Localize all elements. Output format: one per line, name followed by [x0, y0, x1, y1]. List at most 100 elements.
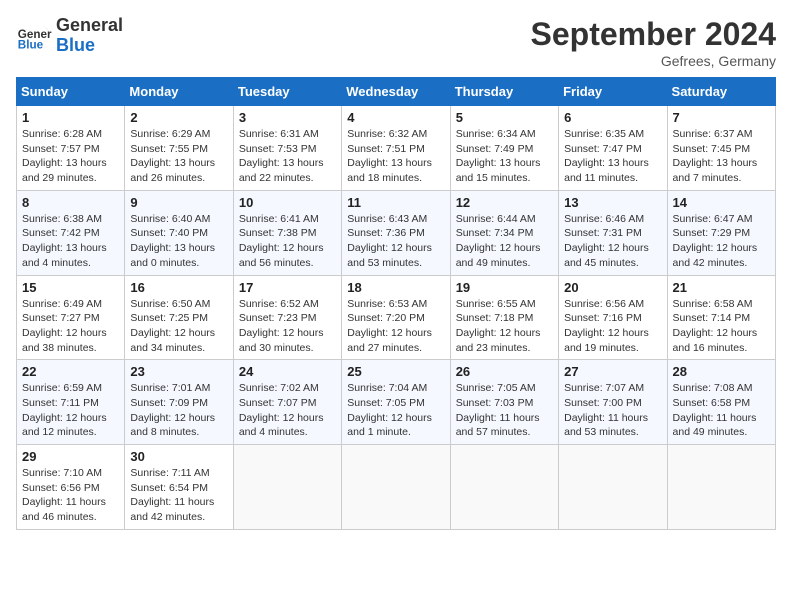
day-number: 29	[22, 449, 119, 464]
day-number: 15	[22, 280, 119, 295]
day-cell: 30 Sunrise: 7:11 AM Sunset: 6:54 PM Dayli…	[125, 445, 233, 530]
day-number: 30	[130, 449, 227, 464]
logo-blue: Blue	[56, 36, 123, 56]
day-number: 27	[564, 364, 661, 379]
day-number: 18	[347, 280, 444, 295]
week-row-4: 22 Sunrise: 6:59 AM Sunset: 7:11 PM Dayli…	[17, 360, 776, 445]
svg-text:Blue: Blue	[18, 38, 44, 51]
day-cell	[233, 445, 341, 530]
day-detail: Sunrise: 7:11 AM Sunset: 6:54 PM Dayligh…	[130, 466, 227, 525]
day-detail: Sunrise: 6:35 AM Sunset: 7:47 PM Dayligh…	[564, 127, 661, 186]
location: Gefrees, Germany	[531, 53, 776, 69]
day-number: 22	[22, 364, 119, 379]
day-detail: Sunrise: 7:04 AM Sunset: 7:05 PM Dayligh…	[347, 381, 444, 440]
day-detail: Sunrise: 6:53 AM Sunset: 7:20 PM Dayligh…	[347, 297, 444, 356]
logo-general: General	[56, 16, 123, 36]
day-cell: 19 Sunrise: 6:55 AM Sunset: 7:18 PM Dayli…	[450, 275, 558, 360]
col-header-saturday: Saturday	[667, 78, 775, 106]
day-number: 6	[564, 110, 661, 125]
day-detail: Sunrise: 7:02 AM Sunset: 7:07 PM Dayligh…	[239, 381, 336, 440]
day-cell: 6 Sunrise: 6:35 AM Sunset: 7:47 PM Daylig…	[559, 106, 667, 191]
day-cell: 14 Sunrise: 6:47 AM Sunset: 7:29 PM Dayli…	[667, 190, 775, 275]
col-header-wednesday: Wednesday	[342, 78, 450, 106]
day-cell: 12 Sunrise: 6:44 AM Sunset: 7:34 PM Dayli…	[450, 190, 558, 275]
logo-text: General Blue	[56, 16, 123, 56]
col-header-thursday: Thursday	[450, 78, 558, 106]
day-cell: 26Sunrise: 7:05 AM Sunset: 7:03 PM Dayli…	[450, 360, 558, 445]
day-cell: 25 Sunrise: 7:04 AM Sunset: 7:05 PM Dayli…	[342, 360, 450, 445]
day-cell: 20Sunrise: 6:56 AM Sunset: 7:16 PM Dayli…	[559, 275, 667, 360]
day-detail: Sunrise: 6:32 AM Sunset: 7:51 PM Dayligh…	[347, 127, 444, 186]
day-detail: Sunrise: 6:34 AM Sunset: 7:49 PM Dayligh…	[456, 127, 553, 186]
day-number: 7	[673, 110, 770, 125]
day-detail: Sunrise: 6:56 AM Sunset: 7:16 PM Dayligh…	[564, 297, 661, 356]
day-number: 24	[239, 364, 336, 379]
day-cell: 7Sunrise: 6:37 AM Sunset: 7:45 PM Daylig…	[667, 106, 775, 191]
day-cell: 16Sunrise: 6:50 AM Sunset: 7:25 PM Dayli…	[125, 275, 233, 360]
day-number: 12	[456, 195, 553, 210]
day-cell: 18 Sunrise: 6:53 AM Sunset: 7:20 PM Dayli…	[342, 275, 450, 360]
day-cell: 13 Sunrise: 6:46 AM Sunset: 7:31 PM Dayli…	[559, 190, 667, 275]
day-number: 5	[456, 110, 553, 125]
day-cell: 22 Sunrise: 6:59 AM Sunset: 7:11 PM Dayli…	[17, 360, 125, 445]
day-cell: 23Sunrise: 7:01 AM Sunset: 7:09 PM Dayli…	[125, 360, 233, 445]
day-detail: Sunrise: 6:40 AM Sunset: 7:40 PM Dayligh…	[130, 212, 227, 271]
day-detail: Sunrise: 7:08 AM Sunset: 6:58 PM Dayligh…	[673, 381, 770, 440]
day-number: 28	[673, 364, 770, 379]
day-detail: Sunrise: 6:52 AM Sunset: 7:23 PM Dayligh…	[239, 297, 336, 356]
day-cell: 3Sunrise: 6:31 AM Sunset: 7:53 PM Daylig…	[233, 106, 341, 191]
day-number: 13	[564, 195, 661, 210]
col-header-sunday: Sunday	[17, 78, 125, 106]
day-number: 25	[347, 364, 444, 379]
day-detail: Sunrise: 6:41 AM Sunset: 7:38 PM Dayligh…	[239, 212, 336, 271]
day-number: 1	[22, 110, 119, 125]
day-detail: Sunrise: 6:29 AM Sunset: 7:55 PM Dayligh…	[130, 127, 227, 186]
day-detail: Sunrise: 7:10 AM Sunset: 6:56 PM Dayligh…	[22, 466, 119, 525]
day-number: 9	[130, 195, 227, 210]
day-number: 16	[130, 280, 227, 295]
day-number: 2	[130, 110, 227, 125]
logo: General Blue General Blue	[16, 16, 123, 56]
day-number: 14	[673, 195, 770, 210]
day-number: 19	[456, 280, 553, 295]
week-row-2: 8Sunrise: 6:38 AM Sunset: 7:42 PM Daylig…	[17, 190, 776, 275]
day-cell: 27 Sunrise: 7:07 AM Sunset: 7:00 PM Dayli…	[559, 360, 667, 445]
day-detail: Sunrise: 6:49 AM Sunset: 7:27 PM Dayligh…	[22, 297, 119, 356]
day-detail: Sunrise: 6:31 AM Sunset: 7:53 PM Dayligh…	[239, 127, 336, 186]
day-detail: Sunrise: 6:46 AM Sunset: 7:31 PM Dayligh…	[564, 212, 661, 271]
day-number: 11	[347, 195, 444, 210]
day-number: 10	[239, 195, 336, 210]
day-cell: 9 Sunrise: 6:40 AM Sunset: 7:40 PM Daylig…	[125, 190, 233, 275]
day-detail: Sunrise: 6:59 AM Sunset: 7:11 PM Dayligh…	[22, 381, 119, 440]
day-detail: Sunrise: 6:43 AM Sunset: 7:36 PM Dayligh…	[347, 212, 444, 271]
day-number: 8	[22, 195, 119, 210]
day-detail: Sunrise: 6:44 AM Sunset: 7:34 PM Dayligh…	[456, 212, 553, 271]
day-detail: Sunrise: 6:28 AM Sunset: 7:57 PM Dayligh…	[22, 127, 119, 186]
week-row-1: 1 Sunrise: 6:28 AM Sunset: 7:57 PM Daylig…	[17, 106, 776, 191]
day-cell: 10 Sunrise: 6:41 AM Sunset: 7:38 PM Dayli…	[233, 190, 341, 275]
day-detail: Sunrise: 6:47 AM Sunset: 7:29 PM Dayligh…	[673, 212, 770, 271]
day-detail: Sunrise: 7:05 AM Sunset: 7:03 PM Dayligh…	[456, 381, 553, 440]
day-number: 17	[239, 280, 336, 295]
col-header-tuesday: Tuesday	[233, 78, 341, 106]
day-cell: 29 Sunrise: 7:10 AM Sunset: 6:56 PM Dayli…	[17, 445, 125, 530]
day-cell	[450, 445, 558, 530]
day-cell	[667, 445, 775, 530]
week-row-3: 15 Sunrise: 6:49 AM Sunset: 7:27 PM Dayli…	[17, 275, 776, 360]
day-detail: Sunrise: 6:58 AM Sunset: 7:14 PM Dayligh…	[673, 297, 770, 356]
day-cell: 24 Sunrise: 7:02 AM Sunset: 7:07 PM Dayli…	[233, 360, 341, 445]
page-header: General Blue General Blue September 2024…	[16, 16, 776, 69]
day-cell: 1 Sunrise: 6:28 AM Sunset: 7:57 PM Daylig…	[17, 106, 125, 191]
day-detail: Sunrise: 7:07 AM Sunset: 7:00 PM Dayligh…	[564, 381, 661, 440]
day-detail: Sunrise: 6:55 AM Sunset: 7:18 PM Dayligh…	[456, 297, 553, 356]
day-cell: 4Sunrise: 6:32 AM Sunset: 7:51 PM Daylig…	[342, 106, 450, 191]
col-header-monday: Monday	[125, 78, 233, 106]
day-cell	[342, 445, 450, 530]
day-cell: 5 Sunrise: 6:34 AM Sunset: 7:49 PM Daylig…	[450, 106, 558, 191]
calendar-table: SundayMondayTuesdayWednesdayThursdayFrid…	[16, 77, 776, 530]
day-cell	[559, 445, 667, 530]
day-cell: 28 Sunrise: 7:08 AM Sunset: 6:58 PM Dayli…	[667, 360, 775, 445]
day-detail: Sunrise: 7:01 AM Sunset: 7:09 PM Dayligh…	[130, 381, 227, 440]
day-cell: 11 Sunrise: 6:43 AM Sunset: 7:36 PM Dayli…	[342, 190, 450, 275]
header-row: SundayMondayTuesdayWednesdayThursdayFrid…	[17, 78, 776, 106]
